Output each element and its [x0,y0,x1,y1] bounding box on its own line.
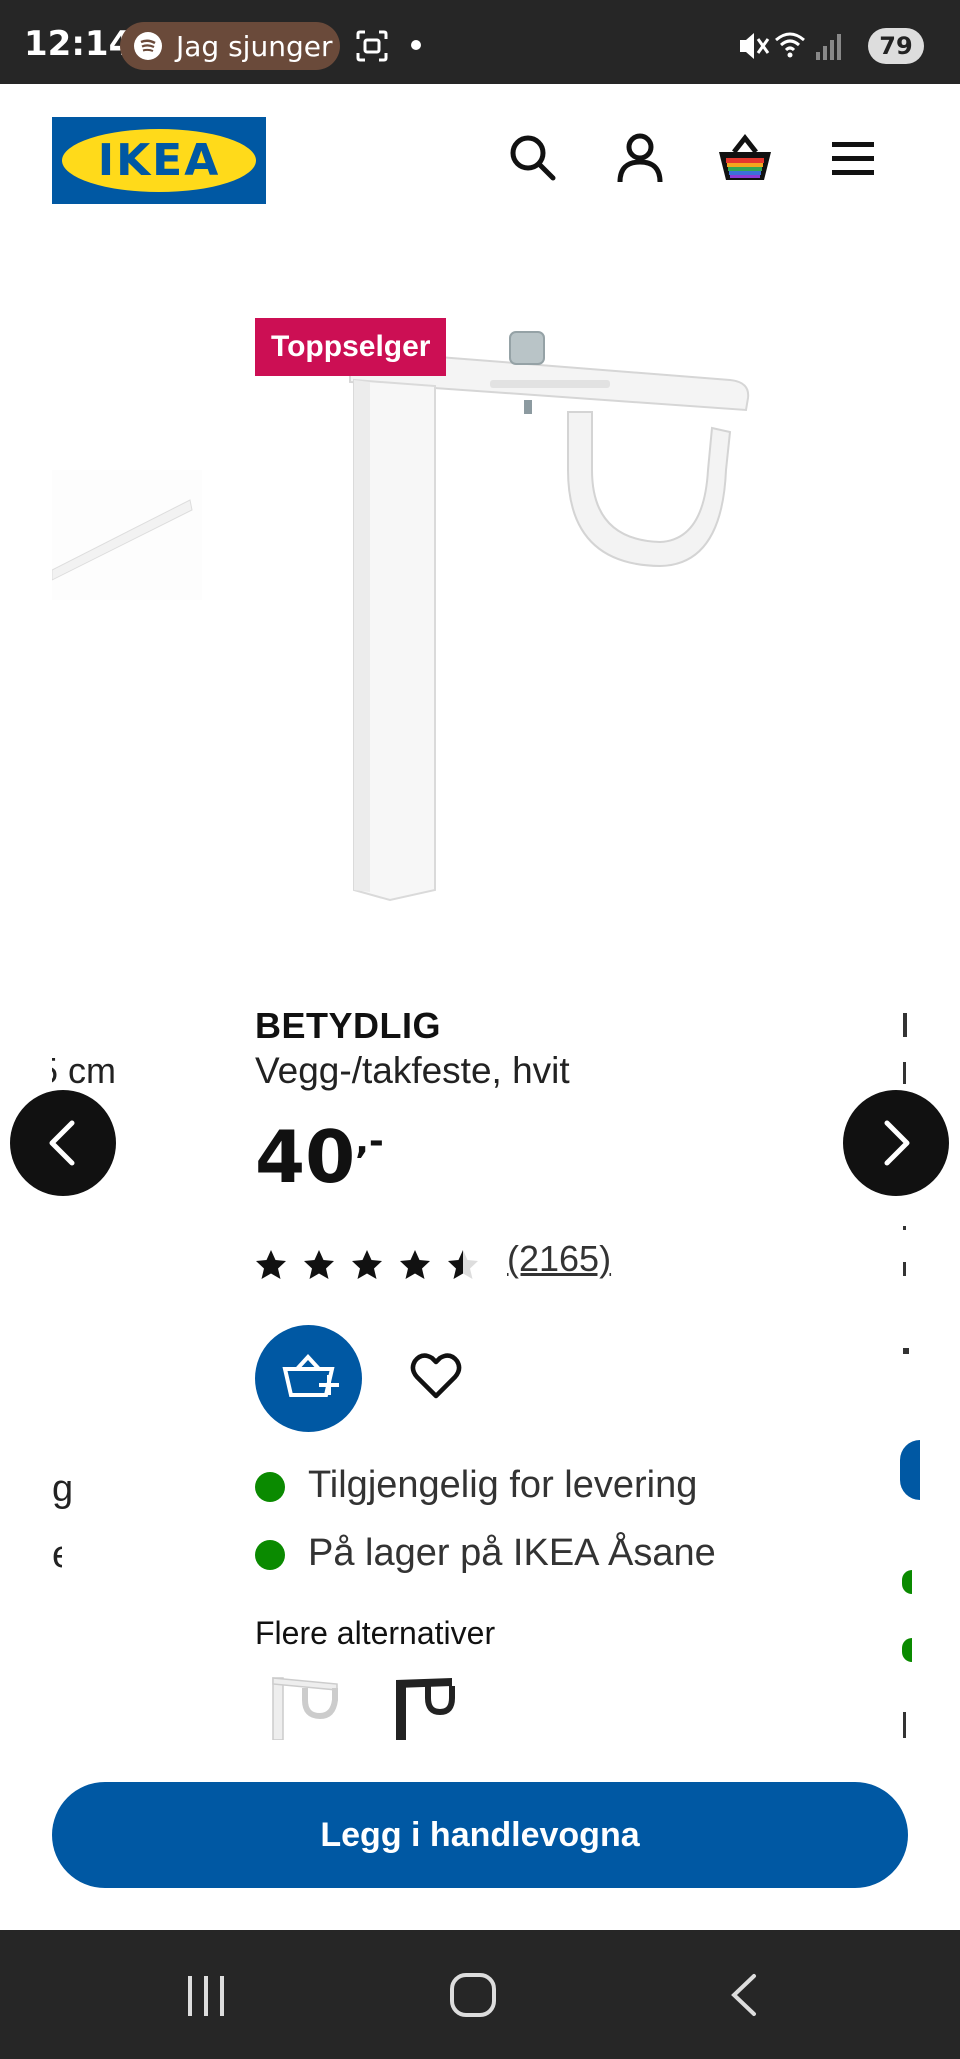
favorite-heart-icon[interactable] [410,1352,462,1405]
system-icons [736,26,856,71]
previous-product-image[interactable] [51,470,202,600]
product-image[interactable] [330,320,770,915]
battery-indicator: 79 [868,28,924,64]
delivery-status-dot [255,1472,285,1502]
logo-text: IKEA [97,135,221,186]
product-price: 40,- [255,1115,384,1199]
carousel-next-button[interactable] [843,1090,949,1196]
store-status-dot [255,1540,285,1570]
chevron-right-icon [884,1120,910,1166]
add-to-bag-icon [282,1354,339,1397]
notification-dot [411,40,421,50]
search-icon[interactable] [505,130,561,186]
review-count-link[interactable]: (2165) [507,1238,611,1280]
variant-white[interactable] [265,1670,355,1740]
half-star-icon [448,1250,478,1279]
store-availability: På lager på IKEA Åsane [308,1532,716,1574]
ikea-logo[interactable]: IKEA [52,117,266,204]
next-product-fragment [903,1226,906,1230]
variant-black[interactable] [390,1670,480,1740]
media-pill[interactable]: Jag sjunger [120,22,340,70]
media-title: Jag sjunger [176,30,333,63]
more-options-label: Flere alternativer [255,1615,496,1651]
shopping-bag-icon[interactable] [716,130,772,186]
status-bar: 12:14 Jag sjunger 79 [0,0,960,84]
status-time: 12:14 [24,24,133,64]
home-icon[interactable] [448,1970,498,2025]
prev-product-size: 5 cm [52,1050,117,1091]
profile-icon[interactable] [612,130,668,186]
price-suffix: ,- [355,1121,384,1162]
prev-product-stock: e [52,1534,62,1577]
star-icon [256,1250,286,1279]
next-product-dot-fragment [902,1570,912,1594]
star-icon [304,1250,334,1279]
next-product-fragment [903,1348,909,1354]
product-description: Vegg-/takfeste, hvit [255,1050,570,1091]
next-product-fragment [903,1262,906,1276]
next-product-fragment [903,1712,906,1738]
next-product-cart-fragment [900,1440,920,1500]
spotify-icon [134,32,162,60]
next-product-dot-fragment [902,1638,912,1662]
chevron-left-icon [49,1120,75,1166]
recent-apps-icon[interactable] [182,1970,232,2025]
delivery-availability: Tilgjengelig for levering [308,1464,698,1506]
rating-stars[interactable] [255,1242,487,1291]
signal-icon [816,34,841,60]
add-to-bag-button[interactable]: Legg i handlevogna [52,1782,908,1888]
carousel-prev-button[interactable] [10,1090,116,1196]
next-product-fragment [903,1013,907,1037]
product-brand[interactable]: BETYDLIG [255,1005,441,1047]
screenshot-icon [354,28,390,69]
star-icon [352,1250,382,1279]
hamburger-menu-icon[interactable] [826,130,882,186]
star-icon [400,1250,430,1279]
prev-product-availability: g [52,1468,74,1510]
system-navigation-bar [0,1930,960,2059]
price-main: 40 [255,1115,356,1199]
next-product-fragment [903,1062,906,1084]
wifi-icon [775,32,805,58]
bestseller-badge: Toppselger [255,318,447,376]
mute-icon [740,33,770,59]
add-to-cart-icon-button[interactable] [255,1325,362,1432]
back-icon[interactable] [720,1970,770,2025]
